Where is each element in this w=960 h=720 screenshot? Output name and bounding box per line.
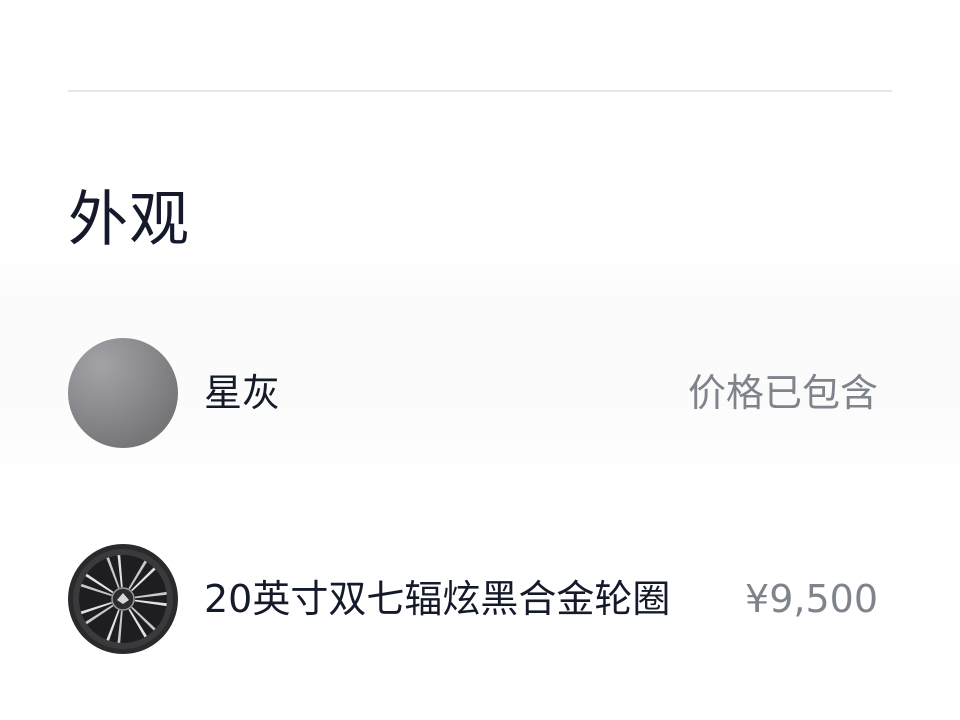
option-label: 星灰 xyxy=(204,371,281,415)
grey-paint-swatch-icon xyxy=(68,338,178,448)
alloy-wheel-icon xyxy=(68,544,178,654)
option-label: 20英寸双七辐炫黑合金轮圈 xyxy=(204,577,671,621)
option-price: 价格已包含 xyxy=(687,371,878,415)
section-divider xyxy=(68,90,892,92)
exterior-config-page: 外观 星灰 价格已包含 20英寸双七辐炫黑合金轮圈 ¥9,500 xyxy=(0,0,960,720)
section-title: 外观 xyxy=(68,185,190,255)
option-row-paint-color[interactable]: 星灰 价格已包含 xyxy=(68,338,892,448)
option-row-wheel[interactable]: 20英寸双七辐炫黑合金轮圈 ¥9,500 xyxy=(68,544,892,654)
option-price: ¥9,500 xyxy=(745,577,878,621)
